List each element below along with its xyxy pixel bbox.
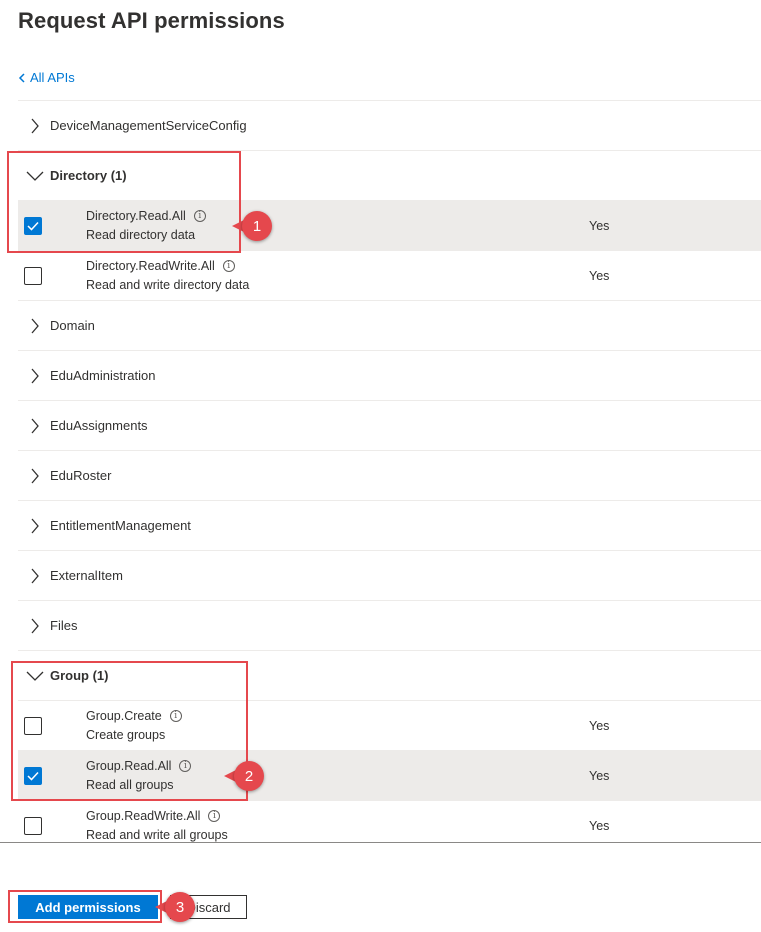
- page-title: Request API permissions: [18, 8, 285, 33]
- group-row-group[interactable]: Group (1): [18, 650, 761, 700]
- permission-checkbox[interactable]: [24, 216, 42, 235]
- chevron-right-icon: [26, 567, 44, 585]
- discard-button[interactable]: Discard: [170, 895, 247, 919]
- group-row-directory[interactable]: Directory (1): [18, 150, 761, 200]
- admin-consent-value: Yes: [589, 818, 610, 833]
- group-label: Group (1): [50, 668, 109, 683]
- group-label: EntitlementManagement: [50, 518, 191, 533]
- group-label: ExternalItem: [50, 568, 123, 583]
- permission-name: Group.Create: [86, 709, 162, 723]
- permission-description: Read and write all groups: [86, 828, 228, 842]
- group-label: DeviceManagementServiceConfig: [50, 118, 247, 133]
- permission-row-group-readwrite-all[interactable]: Group.ReadWrite.All i Read and write all …: [18, 800, 761, 842]
- chevron-right-icon: [26, 517, 44, 535]
- group-label: EduRoster: [50, 468, 112, 483]
- all-apis-label: All APIs: [30, 70, 75, 85]
- admin-consent-value: Yes: [589, 768, 610, 783]
- footer-divider: [0, 842, 761, 843]
- group-label: Files: [50, 618, 78, 633]
- group-row-eduadministration[interactable]: EduAdministration: [18, 350, 761, 400]
- chevron-right-icon: [26, 617, 44, 635]
- permission-row-directory-readwrite-all[interactable]: Directory.ReadWrite.All i Read and write …: [18, 250, 761, 300]
- permission-checkbox[interactable]: [24, 816, 42, 835]
- permission-row-directory-read-all[interactable]: Directory.Read.All i Read directory data …: [18, 200, 761, 250]
- permission-row-group-read-all[interactable]: Group.Read.All i Read all groups Yes: [18, 750, 761, 800]
- admin-consent-value: Yes: [589, 718, 610, 733]
- permission-name: Group.Read.All: [86, 759, 172, 773]
- permission-description: Create groups: [86, 728, 166, 742]
- permission-name: Directory.ReadWrite.All: [86, 259, 215, 273]
- group-label: EduAssignments: [50, 418, 148, 433]
- info-icon[interactable]: i: [208, 810, 221, 822]
- info-icon[interactable]: i: [179, 760, 192, 772]
- chevron-right-icon: [26, 417, 44, 435]
- api-permission-list: DeviceManagementServiceConfig Directory …: [18, 100, 761, 842]
- group-row-eduassignments[interactable]: EduAssignments: [18, 400, 761, 450]
- group-label: EduAdministration: [50, 368, 156, 383]
- group-row-devicemanagementserviceconfig[interactable]: DeviceManagementServiceConfig: [18, 100, 761, 150]
- chevron-right-icon: [26, 117, 44, 135]
- group-row-eduroster[interactable]: EduRoster: [18, 450, 761, 500]
- info-icon[interactable]: i: [222, 260, 235, 272]
- add-permissions-button[interactable]: Add permissions: [18, 895, 158, 919]
- permission-description: Read all groups: [86, 778, 174, 792]
- group-label: Domain: [50, 318, 95, 333]
- chevron-right-icon: [26, 367, 44, 385]
- group-row-files[interactable]: Files: [18, 600, 761, 650]
- chevron-right-icon: [26, 317, 44, 335]
- permission-description: Read and write directory data: [86, 278, 250, 292]
- chevron-left-icon: [18, 72, 25, 83]
- info-icon[interactable]: i: [193, 210, 206, 222]
- chevron-right-icon: [26, 467, 44, 485]
- group-row-entitlementmanagement[interactable]: EntitlementManagement: [18, 500, 761, 550]
- group-row-externalitem[interactable]: ExternalItem: [18, 550, 761, 600]
- permission-checkbox[interactable]: [24, 716, 42, 735]
- permission-description: Read directory data: [86, 228, 196, 242]
- permission-name: Directory.Read.All: [86, 209, 186, 223]
- admin-consent-value: Yes: [589, 218, 610, 233]
- permissions-scroll-area: DeviceManagementServiceConfig Directory …: [0, 100, 761, 842]
- all-apis-link[interactable]: All APIs: [18, 70, 75, 85]
- info-icon[interactable]: i: [169, 710, 182, 722]
- chevron-down-icon: [26, 167, 44, 185]
- group-row-domain[interactable]: Domain: [18, 300, 761, 350]
- group-label: Directory (1): [50, 168, 127, 183]
- chevron-down-icon: [26, 667, 44, 685]
- admin-consent-value: Yes: [589, 268, 610, 283]
- permission-checkbox[interactable]: [24, 766, 42, 785]
- permission-row-group-create[interactable]: Group.Create i Create groups Yes: [18, 700, 761, 750]
- permission-name: Group.ReadWrite.All: [86, 809, 201, 823]
- permission-checkbox[interactable]: [24, 266, 42, 285]
